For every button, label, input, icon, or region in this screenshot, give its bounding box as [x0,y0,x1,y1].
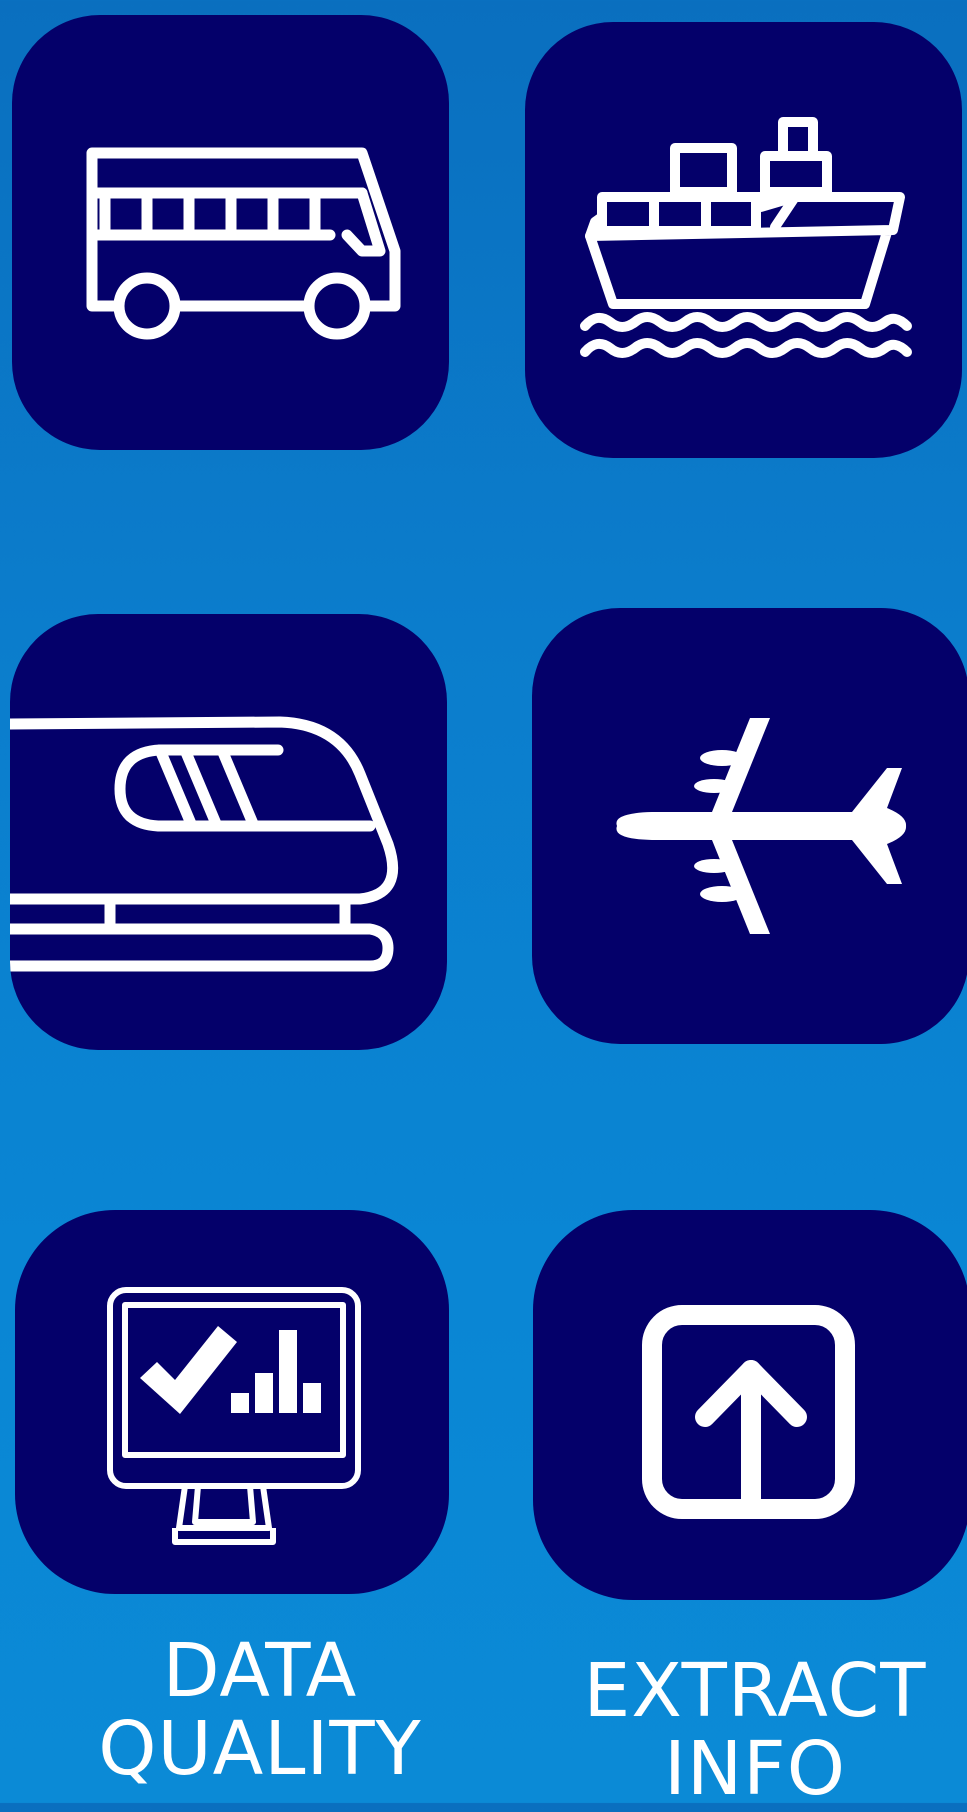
extract-info-caption-line1: EXTRACT [583,1648,927,1734]
train-tile[interactable] [10,614,447,1050]
bus-tile[interactable] [12,15,449,450]
data-quality-caption-line1: DATA [162,1628,358,1714]
upload-box-icon [642,1305,855,1519]
airplane-tile[interactable] [532,608,967,1044]
extract-info-tile[interactable] [533,1210,967,1600]
extract-info-caption: EXTRACT INFO [540,1652,967,1808]
data-quality-caption: DATA QUALITY [30,1632,490,1788]
bus-icon [86,147,401,340]
monitor-check-chart-icon [107,1287,361,1545]
cargo-ship-tile[interactable] [525,22,962,458]
cargo-ship-icon [580,117,912,358]
extract-info-caption-line2: INFO [664,1726,846,1812]
train-icon [10,716,399,972]
data-quality-caption-line2: QUALITY [98,1706,422,1792]
data-quality-tile[interactable] [15,1210,449,1594]
airplane-icon [616,718,907,934]
